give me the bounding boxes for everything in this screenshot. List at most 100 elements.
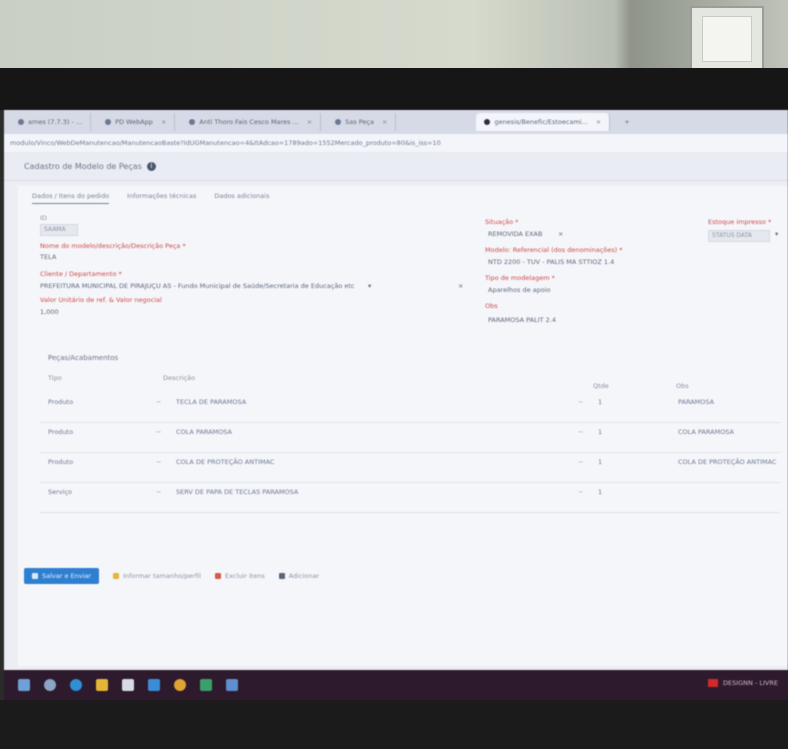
wall-notice-board [690, 6, 764, 74]
new-tab-button[interactable]: + [616, 113, 637, 131]
modelo-label: Modelo: Referencial (dos denominações) * [485, 246, 623, 254]
row-qty-minus-icon[interactable]: − [578, 428, 583, 436]
flag-icon [707, 679, 718, 687]
close-icon[interactable]: × [307, 118, 312, 126]
inform-size-label: Informar tamanho/perfil [123, 572, 201, 580]
chrome-icon[interactable] [174, 679, 186, 691]
row-divider [40, 422, 780, 423]
add-item-button[interactable]: Adicionar [278, 572, 320, 580]
row-product-select[interactable]: TECLA DE PARAMOSA [176, 398, 246, 406]
close-icon[interactable]: × [161, 118, 166, 126]
start-icon[interactable] [18, 679, 30, 691]
row-type-select[interactable]: Produto [48, 458, 73, 466]
col-product-header: Descrição [163, 374, 195, 382]
browser-tab[interactable]: ames (7.7.3) - ... [10, 113, 92, 131]
warning-icon [113, 573, 120, 579]
address-url[interactable]: modulo/Vinco/WebDeManutencao/ManutencaoB… [10, 139, 441, 147]
search-icon[interactable] [44, 679, 56, 691]
row-qty-field[interactable]: 1 [598, 398, 602, 406]
save-button[interactable]: Salvar e Enviar [24, 568, 100, 584]
row-remove-icon[interactable]: − [156, 488, 161, 496]
row-remove-icon[interactable]: − [156, 458, 161, 466]
close-icon[interactable]: × [382, 118, 387, 126]
edge-icon[interactable] [70, 679, 82, 691]
tab-label: genesis/Benefic/Estoecami... [494, 118, 588, 126]
row-obs-field[interactable]: COLA PARAMOSA [678, 428, 734, 436]
mail-icon[interactable] [122, 679, 134, 691]
tab-label: Sas Peça [345, 118, 374, 126]
cliente-select[interactable]: PREFEITURA MUNICIPAL DE PIRAJUÇU AS - Fu… [40, 282, 355, 290]
situacao-clear-icon[interactable]: × [558, 230, 563, 238]
form-subtabs: Dados / Itens do pedido Informações técn… [32, 192, 287, 204]
subtab-info-tecnicas[interactable]: Informações técnicas [127, 192, 196, 204]
cliente-dropdown-icon[interactable]: ▾ [368, 282, 371, 290]
row-obs-field[interactable]: PARAMOSA [678, 398, 714, 406]
tab-favicon-icon [484, 119, 491, 125]
trash-icon [214, 573, 221, 579]
row-product-select[interactable]: SERV DE PAPA DE TECLAS PARAMOSA [176, 488, 298, 496]
valor-field[interactable]: 1,000 [40, 308, 59, 316]
estoque-label: Estoque impresso * [708, 218, 772, 226]
id-field[interactable]: SAAMA [40, 224, 78, 236]
folder-icon[interactable] [96, 679, 108, 691]
teams-icon[interactable] [200, 679, 212, 691]
save-icon [32, 573, 38, 579]
row-obs-field[interactable]: COLA DE PROTEÇÃO ANTIMAC [678, 458, 776, 466]
row-qty-field[interactable]: 1 [598, 428, 602, 436]
app-icon[interactable] [148, 679, 160, 691]
id-label: ID [40, 214, 47, 222]
plus-icon [278, 573, 285, 579]
system-tray: DESIGNN - LIVRE [707, 679, 778, 687]
address-bar[interactable]: modulo/Vinco/WebDeManutencao/ManutencaoB… [4, 134, 788, 152]
composition-title: Peças/Acabamentos [48, 354, 119, 362]
row-qty-minus-icon[interactable]: − [578, 488, 583, 496]
form-panel: Dados / Itens do pedido Informações técn… [18, 186, 788, 666]
remove-items-button[interactable]: Excluir itens [214, 572, 265, 580]
tab-favicon-icon [18, 119, 24, 125]
inform-size-button[interactable]: Informar tamanho/perfil [113, 572, 201, 580]
remote-desktop-icon[interactable] [226, 679, 238, 691]
row-qty-minus-icon[interactable]: − [578, 458, 583, 466]
obs-field[interactable]: PARAMOSA PALIT 2.4 [488, 316, 556, 324]
info-icon[interactable]: i [146, 161, 156, 171]
monitor-bezel-bottom [0, 700, 788, 749]
row-remove-icon[interactable]: − [156, 428, 161, 436]
browser-tab[interactable]: PD WebApp × [97, 113, 176, 131]
row-remove-icon[interactable]: − [156, 398, 161, 406]
monitor-bezel-top [0, 68, 788, 110]
col-obs-header: Obs [676, 382, 689, 390]
situacao-select[interactable]: REMOVIDA EXAB [488, 230, 542, 238]
row-product-select[interactable]: COLA DE PROTEÇÃO ANTIMAC [176, 458, 274, 466]
background-wall [0, 0, 788, 75]
estoque-dropdown-icon[interactable]: ▾ [775, 230, 778, 238]
browser-tab-active[interactable]: genesis/Benefic/Estoecami... × [476, 113, 611, 131]
tab-favicon-icon [335, 119, 342, 125]
tab-label: Anti Thoro Fais Cesco Mares ... [199, 118, 299, 126]
tab-favicon-icon [189, 119, 196, 125]
row-type-select[interactable]: Produto [48, 428, 73, 436]
row-divider [40, 482, 780, 483]
tab-favicon-icon [105, 119, 112, 125]
close-icon[interactable]: × [596, 118, 601, 126]
cliente-clear-icon[interactable]: × [458, 282, 463, 290]
add-item-label: Adicionar [288, 572, 320, 580]
nome-field[interactable]: TELA [40, 253, 56, 261]
row-type-select[interactable]: Serviço [48, 488, 72, 496]
row-qty-field[interactable]: 1 [598, 488, 602, 496]
row-type-select[interactable]: Produto [48, 398, 73, 406]
col-qty-header: Qtde [593, 382, 609, 390]
row-qty-minus-icon[interactable]: − [578, 398, 583, 406]
save-button-label: Salvar e Enviar [42, 572, 92, 580]
subtab-dados-adicionais[interactable]: Dados adicionais [214, 192, 269, 204]
row-qty-field[interactable]: 1 [598, 458, 602, 466]
modelo-select[interactable]: NTD 2200 - TUV - PALIS MA STTIOZ 1.4 [488, 258, 614, 266]
nome-label: Nome do modelo/descrição/Descrição Peça … [40, 242, 186, 250]
tipo-select[interactable]: Aparelhos de apoio [488, 286, 551, 294]
browser-tab[interactable]: Sas Peça × [327, 113, 397, 131]
browser-tab[interactable]: Anti Thoro Fais Cesco Mares ... × [181, 113, 322, 131]
situacao-label: Situação * [485, 218, 519, 226]
subtab-dados[interactable]: Dados / Itens do pedido [32, 192, 110, 204]
cliente-label: Cliente / Departamento * [40, 270, 122, 278]
row-product-select[interactable]: COLA PARAMOSA [176, 428, 232, 436]
estoque-field[interactable]: STATUS DATA [708, 230, 770, 242]
